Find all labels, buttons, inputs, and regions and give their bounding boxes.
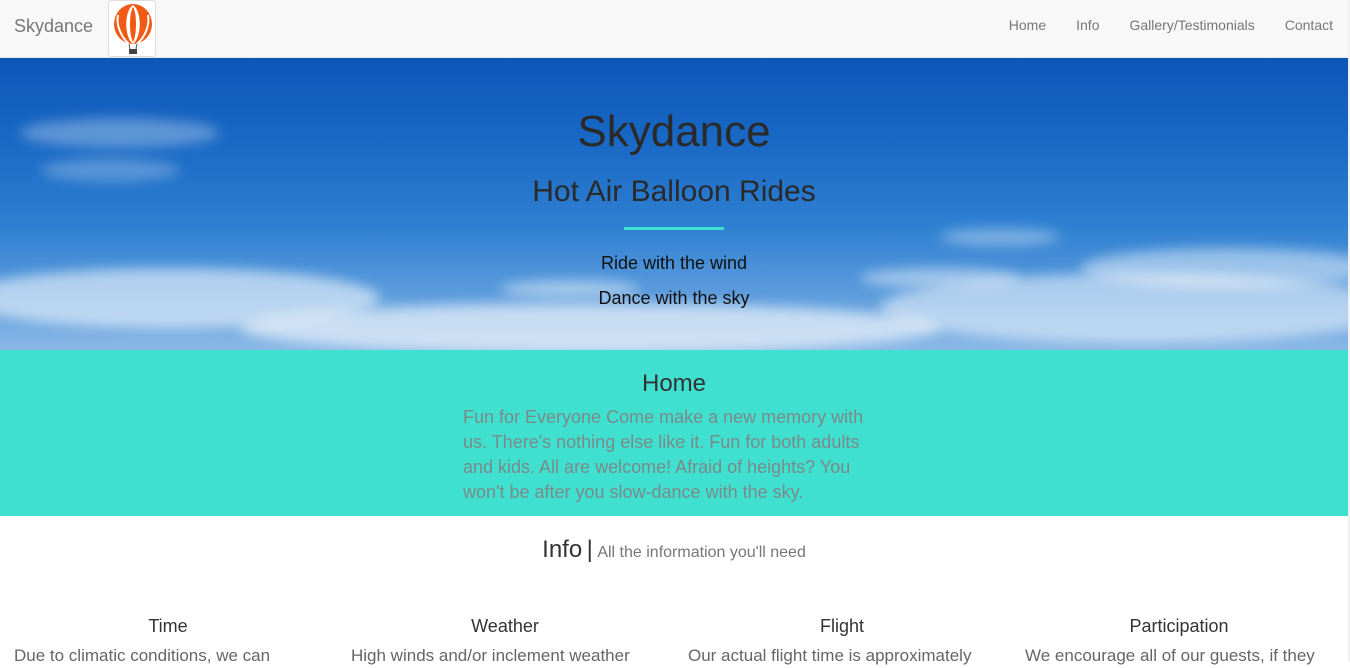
info-column-participation: Participation We encourage all of our gu…: [1025, 614, 1333, 668]
info-heading: Info | All the information you'll need: [0, 535, 1348, 568]
hot-air-balloon-icon: [114, 4, 152, 54]
info-column-text: High winds and/or inclement weather: [351, 646, 630, 665]
hero-banner: Skydance Hot Air Balloon Rides Ride with…: [0, 58, 1348, 350]
nav-menu: Home Info Gallery/Testimonials Contact: [994, 0, 1350, 50]
info-column-title: Flight: [819, 616, 864, 636]
nav-link-gallery[interactable]: Gallery/Testimonials: [1114, 0, 1269, 50]
nav-link-info[interactable]: Info: [1061, 0, 1114, 50]
home-section: Home Fun for Everyone Come make a new me…: [0, 350, 1348, 516]
cloud: [240, 303, 940, 350]
info-column-title: Time: [148, 616, 188, 636]
home-title: Home: [641, 370, 707, 397]
nav-link-home[interactable]: Home: [994, 0, 1061, 50]
hero-tagline-1: Ride with the wind: [600, 253, 748, 273]
info-title: Info: [542, 536, 583, 563]
navbar: Skydance Home Info Gallery/Testimonials …: [0, 0, 1350, 58]
info-column-weather: Weather High winds and/or inclement weat…: [351, 614, 659, 668]
hero-title: Skydance: [577, 107, 771, 156]
home-text: Fun for Everyone Come make a new memory …: [463, 407, 864, 502]
brand-link[interactable]: Skydance: [14, 15, 93, 37]
info-column-time: Time Due to climatic conditions, we can: [14, 614, 322, 668]
info-column-text: Our actual flight time is approximately: [688, 646, 972, 665]
info-column-title: Participation: [1129, 616, 1229, 636]
hero-subtitle: Hot Air Balloon Rides: [532, 175, 816, 208]
hero-divider: [624, 227, 724, 230]
info-separator: |: [586, 536, 593, 563]
info-column-title: Weather: [471, 616, 539, 636]
info-subtitle: All the information you'll need: [597, 544, 806, 561]
nav-link-contact[interactable]: Contact: [1270, 0, 1350, 50]
cloud: [940, 228, 1060, 246]
info-column-flight: Flight Our actual flight time is approxi…: [688, 614, 996, 668]
info-column-text: We encourage all of our guests, if they: [1025, 646, 1315, 665]
info-column-text: Due to climatic conditions, we can: [14, 646, 271, 665]
logo[interactable]: [108, 0, 156, 57]
hero-tagline-2: Dance with the sky: [598, 288, 750, 308]
